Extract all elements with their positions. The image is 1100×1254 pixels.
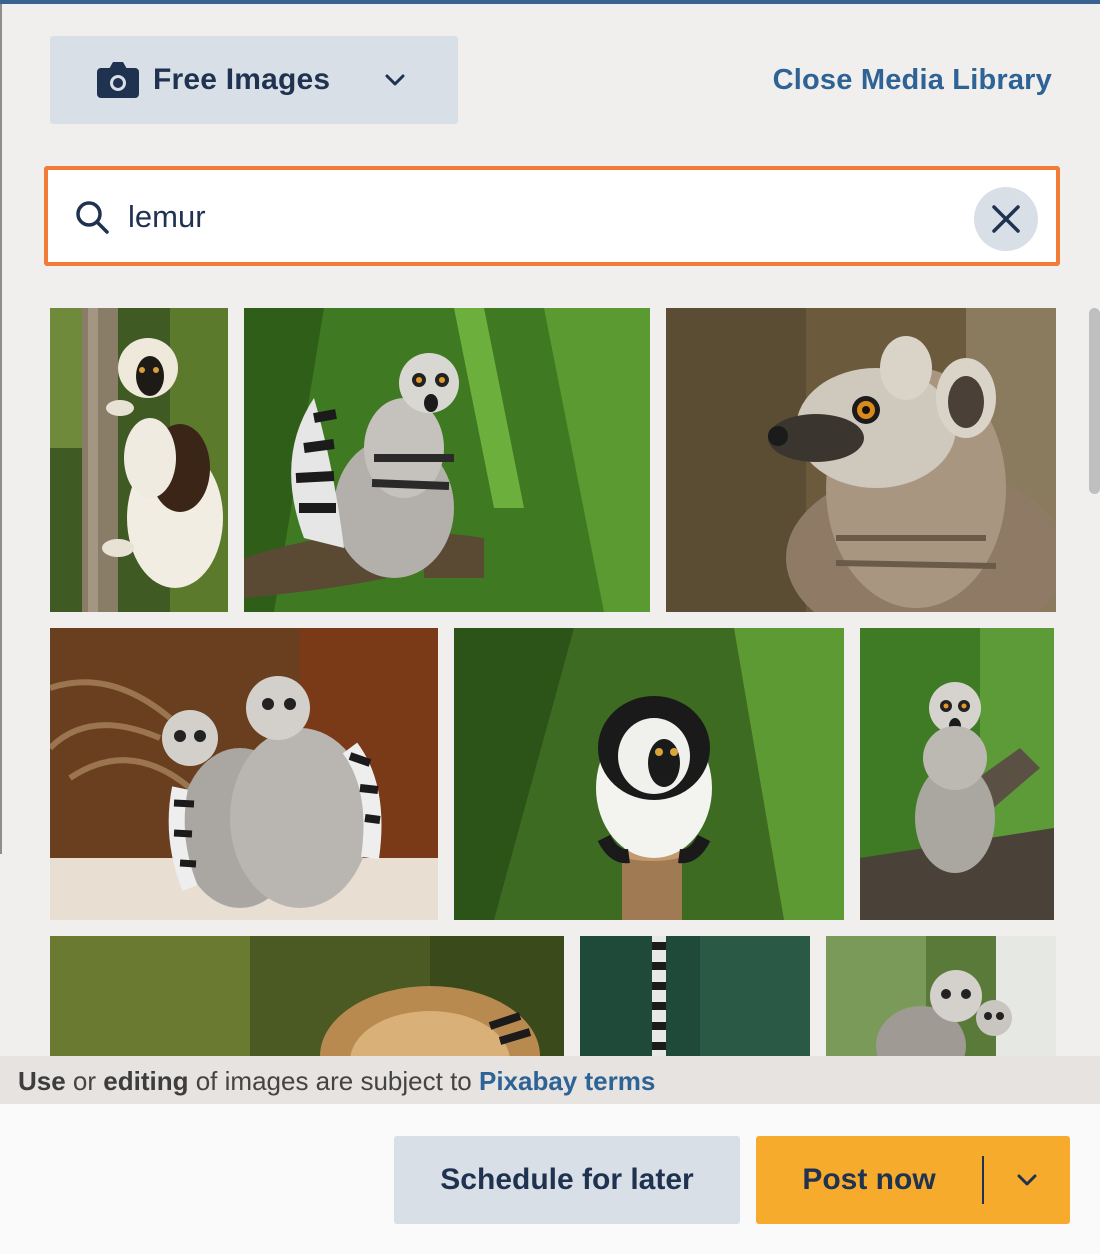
image-result[interactable]: [454, 628, 844, 920]
image-result[interactable]: [50, 936, 564, 1056]
left-border: [0, 4, 2, 854]
terms-editing: editing: [103, 1066, 189, 1096]
post-now-button[interactable]: Post now: [756, 1136, 982, 1224]
lemurs-in-tree-photo: [826, 936, 1056, 1056]
search-field-container: [52, 174, 1052, 258]
lemur-curled-photo: [50, 936, 564, 1056]
ruffed-lemur-photo: [454, 628, 844, 920]
sifaka-lemur-photo: [50, 308, 228, 612]
search-box: [44, 166, 1060, 266]
scrollbar-thumb[interactable]: [1089, 308, 1100, 494]
lemur-closeup-photo: [666, 308, 1056, 612]
close-icon: [992, 205, 1020, 233]
close-media-library-link[interactable]: Close Media Library: [773, 64, 1052, 97]
terms-text: of images are subject to: [188, 1066, 479, 1096]
top-border: [0, 0, 1100, 4]
clear-search-button[interactable]: [974, 187, 1038, 251]
post-options-button[interactable]: [984, 1136, 1070, 1224]
image-result[interactable]: [580, 936, 810, 1056]
lemur-tail-photo: [580, 936, 810, 1056]
terms-use: Use: [18, 1066, 66, 1096]
image-source-label: Free Images: [153, 63, 331, 96]
image-result[interactable]: [50, 308, 228, 612]
search-icon: [76, 201, 109, 234]
search-input[interactable]: [128, 194, 948, 240]
pixabay-terms-link[interactable]: Pixabay terms: [479, 1066, 655, 1096]
chevron-down-icon: [1017, 1174, 1037, 1186]
image-result[interactable]: [50, 628, 438, 920]
terms-or: or: [65, 1066, 104, 1096]
image-source-dropdown[interactable]: Free Images: [50, 36, 458, 124]
image-result[interactable]: [666, 308, 1056, 612]
terms-notice: Use or editing of images are subject to …: [0, 1056, 1100, 1104]
camera-icon: [97, 62, 139, 98]
schedule-for-later-button[interactable]: Schedule for later: [394, 1136, 740, 1224]
two-lemurs-photo: [50, 628, 438, 920]
ring-tailed-lemur-branch-photo: [244, 308, 650, 612]
image-result[interactable]: [826, 936, 1056, 1056]
chevron-down-icon: [385, 74, 405, 86]
post-now-button-group: Post now: [756, 1136, 1070, 1224]
image-result[interactable]: [244, 308, 650, 612]
image-result[interactable]: [860, 628, 1054, 920]
lemur-on-log-photo: [860, 628, 1054, 920]
